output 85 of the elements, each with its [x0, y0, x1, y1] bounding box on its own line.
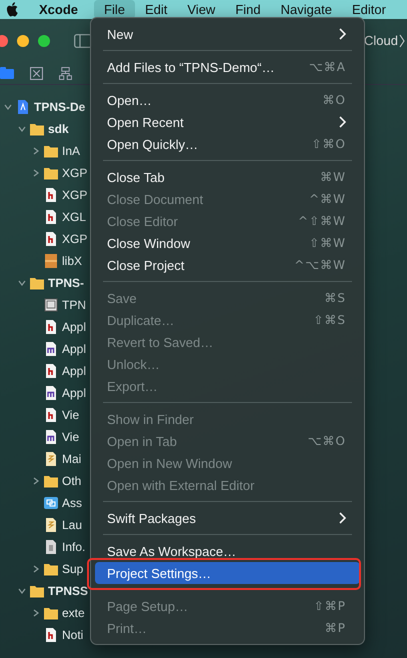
header-file-icon: [43, 319, 59, 335]
navigator-item[interactable]: TPNS-De: [34, 100, 86, 114]
header-file-icon: [43, 627, 59, 643]
navigator-item[interactable]: TPNSS: [48, 584, 88, 598]
menu-item[interactable]: New: [95, 23, 360, 45]
storyboard-icon: [43, 517, 59, 533]
document-icon: [43, 539, 59, 555]
source-file-icon: [43, 341, 59, 357]
navigator-item[interactable]: XGP: [62, 166, 88, 180]
menu-bar-item[interactable]: Editor: [342, 0, 396, 19]
navigator-item[interactable]: XGL: [62, 210, 86, 224]
navigator-item[interactable]: Info.: [62, 540, 86, 554]
menu-bar-item[interactable]: Edit: [134, 0, 178, 19]
hierarchy-icon[interactable]: [59, 66, 72, 80]
navigator-item[interactable]: Sup: [62, 562, 84, 576]
disclosure-chevron-icon[interactable]: [32, 147, 40, 155]
header-file-icon: [43, 187, 59, 203]
menu-item[interactable]: Open Recent: [95, 111, 360, 133]
navigator-item[interactable]: InA: [62, 144, 80, 158]
menu-bar-item[interactable]: Find: [225, 0, 271, 19]
chevron-right-icon: [399, 34, 405, 48]
assets-icon: [43, 495, 59, 511]
folder-icon: [29, 275, 45, 291]
navigator-item[interactable]: Lau: [62, 518, 82, 532]
folder-icon: [29, 121, 45, 137]
folder-icon[interactable]: [0, 67, 14, 79]
menu-item[interactable]: Add Files to “TPNS-Demo“… ⌥⌘A: [95, 56, 360, 78]
navigator-item[interactable]: Ass: [62, 496, 82, 510]
menu-bar-item[interactable]: Navigate: [270, 0, 342, 19]
menu-bar-item[interactable]: View: [177, 0, 226, 19]
zoom-window-button[interactable]: [38, 34, 50, 46]
menu-item[interactable]: Open Quickly… ⇧⌘O: [95, 133, 360, 155]
navigator-item[interactable]: Appl: [62, 320, 86, 334]
disclosure-chevron-icon[interactable]: [4, 103, 12, 111]
navigator-item[interactable]: Mai: [62, 452, 82, 466]
navigator-item[interactable]: sdk: [48, 122, 69, 136]
project-file-icon: [15, 99, 31, 115]
folder-icon: [43, 561, 59, 577]
navigator-item[interactable]: Noti: [62, 628, 84, 642]
header-file-icon: [43, 407, 59, 423]
document-icon: [43, 297, 59, 313]
folder-icon: [29, 583, 45, 599]
x-square-icon[interactable]: [30, 66, 43, 80]
menu-item[interactable]: Close Window ⇧⌘W: [95, 232, 360, 254]
menu-item[interactable]: Open… ⌘O: [95, 89, 360, 111]
disclosure-chevron-icon[interactable]: [32, 477, 40, 485]
navigator-item[interactable]: libX: [62, 254, 82, 268]
library-icon: [43, 253, 59, 269]
folder-icon: [43, 473, 59, 489]
header-file-icon: [43, 363, 59, 379]
apple-icon[interactable]: [6, 2, 19, 17]
header-file-icon: [43, 231, 59, 247]
minimize-window-button[interactable]: [17, 34, 29, 46]
disclosure-chevron-icon[interactable]: [32, 565, 40, 573]
navigator-item[interactable]: XGP: [62, 232, 88, 246]
app-menu[interactable]: Xcode: [39, 2, 88, 17]
menu-item[interactable]: Swift Packages: [95, 507, 360, 529]
navigator-item[interactable]: XGP: [62, 188, 88, 202]
header-file-icon: [43, 209, 59, 225]
navigator-item[interactable]: Vie: [62, 408, 80, 422]
navigator-item[interactable]: Appl: [62, 386, 86, 400]
navigator-item[interactable]: TPN: [62, 298, 86, 312]
menu-item[interactable]: Project Settings…: [95, 562, 360, 584]
navigator-item[interactable]: Oth: [62, 474, 82, 488]
menu-item[interactable]: Close Project ^⌥⌘W: [95, 254, 360, 276]
navigator-item[interactable]: exte: [62, 606, 85, 620]
folder-icon: [43, 143, 59, 159]
disclosure-chevron-icon[interactable]: [18, 125, 26, 133]
disclosure-chevron-icon[interactable]: [32, 609, 40, 617]
folder-icon: [43, 165, 59, 181]
disclosure-chevron-icon[interactable]: [18, 587, 26, 595]
disclosure-chevron-icon[interactable]: [18, 279, 26, 287]
storyboard-icon: [43, 451, 59, 467]
source-file-icon: [43, 429, 59, 445]
disclosure-chevron-icon[interactable]: [32, 169, 40, 177]
navigator-item[interactable]: TPNS-: [48, 276, 84, 290]
navigator-item[interactable]: Appl: [62, 342, 86, 356]
menu-item[interactable]: Save As Workspace…: [95, 540, 360, 562]
breadcrumb-item[interactable]: Cloud: [364, 33, 398, 48]
source-file-icon: [43, 385, 59, 401]
menu-bar-item[interactable]: File: [94, 0, 135, 19]
navigator-item[interactable]: Appl: [62, 364, 86, 378]
folder-icon: [43, 605, 59, 621]
navigator-item[interactable]: Vie: [62, 430, 80, 444]
menu-item[interactable]: Close Tab ⌘W: [95, 166, 360, 188]
